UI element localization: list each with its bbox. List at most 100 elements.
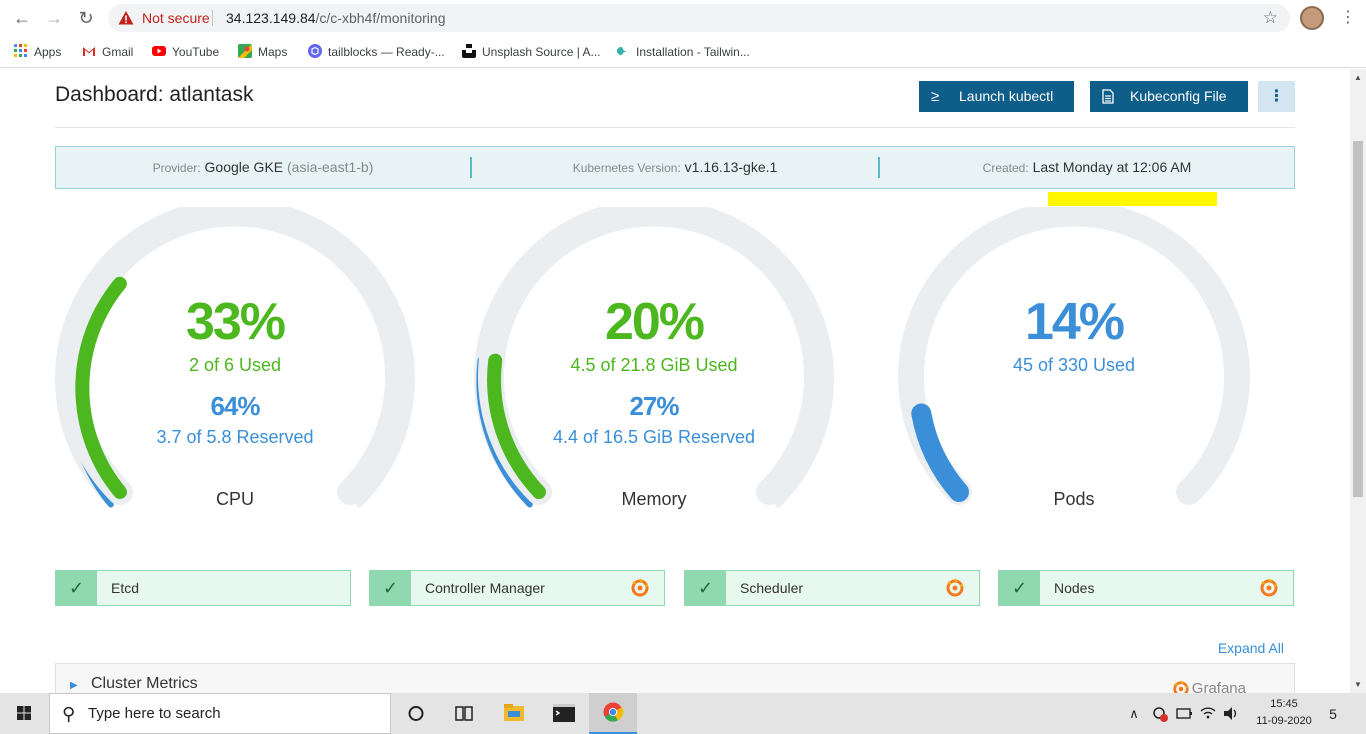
- expand-caret-icon[interactable]: ▶: [70, 680, 78, 691]
- check-icon: ✓: [370, 571, 411, 605]
- youtube-icon: [152, 46, 166, 56]
- notification-center-icon[interactable]: 5: [1322, 703, 1344, 725]
- pods-used-percent: 14%: [1024, 293, 1125, 351]
- status-label: Controller Manager: [425, 580, 545, 596]
- bookmark-apps[interactable]: Apps: [14, 43, 61, 61]
- pods-gauge: 14% 45 of 330 Used Pods: [894, 207, 1254, 517]
- scroll-thumb[interactable]: [1353, 141, 1363, 497]
- back-icon[interactable]: ←: [10, 6, 34, 30]
- kebab-icon: ⋮: [1268, 88, 1285, 105]
- windows-start-icon[interactable]: [0, 693, 48, 734]
- bookmark-label: Apps: [34, 45, 62, 59]
- created-value: Last Monday at 12:06 AM: [1032, 159, 1192, 175]
- url-text[interactable]: 34.123.149.84/c/c-xbh4f/monitoring: [226, 10, 445, 26]
- bookmark-unsplash[interactable]: Unsplash Source | A...: [462, 43, 601, 61]
- status-label: Scheduler: [740, 580, 804, 596]
- file-explorer-icon[interactable]: [490, 693, 538, 734]
- created-info: Created: Last Monday at 12:06 AM: [880, 147, 1294, 188]
- bookmark-tailblocks[interactable]: tailblocks — Ready-...: [308, 43, 445, 61]
- memory-gauge: 20% 4.5 of 21.8 GiB Used 27% 4.4 of 16.5…: [474, 207, 834, 517]
- memory-used-percent: 20%: [604, 293, 705, 351]
- bookmark-label: tailblocks — Ready-...: [328, 45, 445, 59]
- file-icon: [1102, 89, 1114, 104]
- browser-toolbar: ← → ↻ Not secure 34.123.149.84/c/c-xbh4f…: [0, 0, 1366, 36]
- taskbar-search[interactable]: ⚲ Type here to search: [49, 693, 391, 734]
- provider-zone: (asia-east1-b): [287, 159, 374, 175]
- page-scrollbar[interactable]: ▲ ▼: [1350, 69, 1366, 693]
- expand-all-link[interactable]: Expand All: [1218, 640, 1284, 656]
- provider-info: Provider: Google GKE (asia-east1-b): [56, 147, 470, 188]
- title-divider: [55, 127, 1295, 128]
- pods-used-track: [898, 207, 1250, 505]
- bookmark-star-icon[interactable]: ☆: [1263, 8, 1278, 28]
- cluster-info-bar: Provider: Google GKE (asia-east1-b) Kube…: [55, 146, 1295, 189]
- page-title: Dashboard: atlantask: [55, 83, 254, 106]
- grafana-link[interactable]: Grafana: [1192, 680, 1246, 693]
- cpu-reserved-percent: 64%: [210, 391, 260, 421]
- kubeconfig-file-label: Kubeconfig File: [1130, 88, 1227, 104]
- created-label: Created:: [982, 161, 1029, 175]
- address-bar[interactable]: Not secure 34.123.149.84/c/c-xbh4f/monit…: [108, 4, 1290, 32]
- task-view-icon[interactable]: [440, 693, 488, 734]
- status-card-nodes: ✓ Nodes: [998, 570, 1294, 606]
- tray-expand-icon[interactable]: ∧: [1126, 693, 1142, 734]
- terminal-icon: ≥: [931, 88, 940, 105]
- clock-date: 11-09-2020: [1256, 715, 1312, 727]
- gmail-icon: [83, 47, 95, 56]
- bookmark-label: YouTube: [172, 45, 220, 59]
- cortana-icon[interactable]: [392, 693, 440, 734]
- bookmark-tailwind[interactable]: Installation - Tailwin...: [616, 43, 750, 61]
- kubernetes-version-info: Kubernetes Version: v1.16.13-gke.1: [472, 147, 878, 188]
- cluster-metrics-title: Cluster Metrics: [91, 675, 198, 692]
- scroll-down-icon[interactable]: ▼: [1354, 680, 1362, 689]
- pods-gauge-label: Pods: [1053, 489, 1095, 509]
- status-card-scheduler: ✓ Scheduler: [684, 570, 980, 606]
- tailwind-icon: [617, 46, 629, 56]
- k8s-version-value: v1.16.13-gke.1: [684, 159, 778, 175]
- grafana-icon[interactable]: [1172, 680, 1190, 693]
- grafana-icon[interactable]: [1259, 578, 1279, 598]
- browser-menu-icon[interactable]: ⋮: [1340, 6, 1356, 30]
- cpu-gauge-label: CPU: [215, 489, 254, 509]
- kubeconfig-file-button[interactable]: Kubeconfig File: [1090, 81, 1248, 112]
- battery-icon[interactable]: [1174, 693, 1194, 734]
- launch-kubectl-button[interactable]: ≥ Launch kubectl: [919, 81, 1074, 112]
- memory-gauge-label: Memory: [621, 489, 687, 509]
- forward-icon[interactable]: →: [42, 6, 66, 30]
- wifi-icon[interactable]: [1198, 693, 1218, 734]
- pods-used-arc: [911, 403, 969, 502]
- reload-icon[interactable]: ↻: [74, 6, 98, 30]
- status-label: Etcd: [111, 580, 140, 596]
- network-error-icon[interactable]: [1150, 693, 1170, 734]
- bookmark-label: Maps: [258, 45, 288, 59]
- warning-icon[interactable]: [118, 10, 134, 26]
- volume-icon[interactable]: [1221, 693, 1241, 734]
- scroll-up-icon[interactable]: ▲: [1354, 73, 1362, 82]
- check-icon: ✓: [685, 571, 726, 605]
- system-clock[interactable]: 15:45 11-09-2020: [1252, 696, 1316, 730]
- memory-used-track: [478, 207, 830, 505]
- status-label: Nodes: [1054, 580, 1095, 596]
- search-icon: ⚲: [62, 704, 76, 724]
- k8s-version-label: Kubernetes Version:: [572, 161, 681, 175]
- bookmark-gmail[interactable]: Gmail: [82, 43, 133, 61]
- check-icon: ✓: [999, 571, 1040, 605]
- terminal-app-icon[interactable]: [540, 693, 588, 734]
- profile-avatar[interactable]: [1300, 6, 1324, 30]
- security-status[interactable]: Not secure: [142, 10, 210, 26]
- bookmark-youtube[interactable]: YouTube: [152, 43, 219, 61]
- provider-label: Provider:: [152, 161, 201, 175]
- bookmark-label: Installation - Tailwin...: [636, 45, 750, 59]
- bookmark-maps[interactable]: Maps: [238, 43, 287, 61]
- cluster-metrics-panel[interactable]: ▶ Cluster Metrics Grafana: [55, 663, 1295, 693]
- url-separator: [212, 10, 213, 26]
- notification-count: 5: [1329, 706, 1337, 722]
- status-card-etcd: ✓ Etcd: [55, 570, 351, 606]
- memory-reserved-percent: 27%: [629, 391, 679, 421]
- maps-icon: [238, 44, 252, 58]
- more-actions-button[interactable]: ⋮: [1258, 81, 1295, 112]
- check-icon: ✓: [56, 571, 97, 605]
- grafana-icon[interactable]: [945, 578, 965, 598]
- chrome-icon[interactable]: [589, 693, 637, 734]
- grafana-icon[interactable]: [630, 578, 650, 598]
